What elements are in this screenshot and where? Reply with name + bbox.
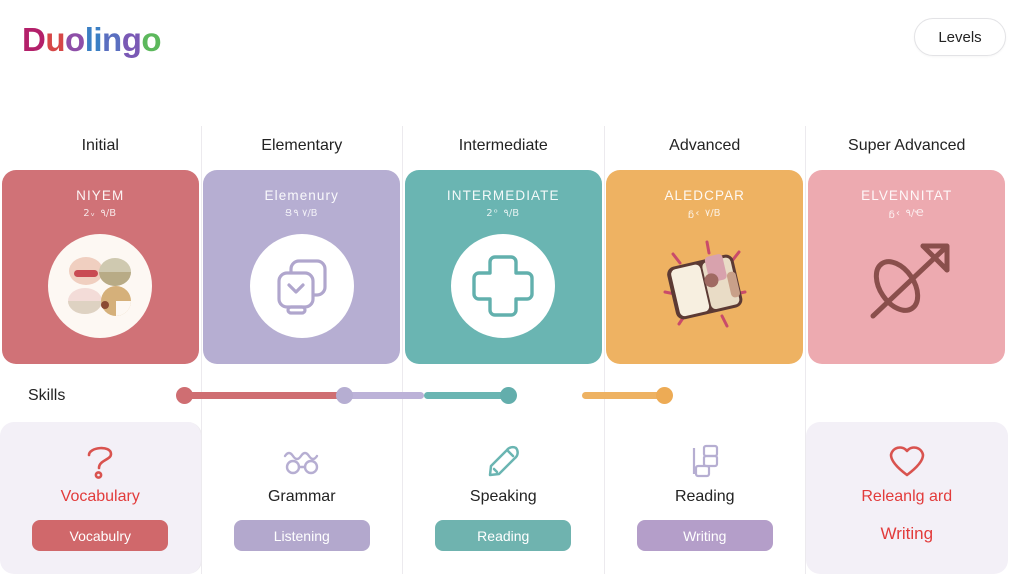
skill-pill-button[interactable]: Listening (233, 520, 370, 551)
skill-column-releanlg-ard: Releanlg ard Writing (806, 422, 1008, 574)
skills-slider-row: Skills (0, 382, 1024, 416)
arrow-through-ring-icon (851, 230, 963, 342)
duolingo-logo: Duolingo (22, 20, 162, 60)
skill-pill-button[interactable]: Writing (636, 520, 773, 551)
level-card-title: ELVENNITAT (861, 188, 953, 203)
skill-name: Speaking (469, 488, 537, 505)
layered-window-chevron-icon (246, 230, 358, 342)
logo-letter-7: o (141, 21, 162, 58)
level-card-title: INTERMEDIATE (446, 188, 560, 203)
skills-row: Vocabulary Vocabulry Grammar Listening Spe… (0, 422, 1024, 574)
level-card[interactable]: NIYEM 2ᵥ ٩/B (1, 170, 199, 364)
open-book-sparkle-icon (649, 230, 761, 342)
slider-intermediate-knob[interactable] (499, 387, 517, 404)
logo-letter-5: n (102, 21, 122, 58)
level-card[interactable]: INTERMEDIATE 2ᵒ ٩/B (404, 170, 602, 364)
skill-pill-button[interactable]: Reading (435, 520, 572, 551)
skill-column-vocabulary: Vocabulary Vocabulry (0, 422, 202, 574)
skill-pill-button[interactable]: Vocabulry (32, 520, 169, 551)
pen-nib-icon (485, 442, 521, 480)
level-card-title: ALEDCPAR (664, 188, 746, 203)
slider-track-elementary (344, 392, 424, 399)
logo-letter-0: D (22, 21, 46, 58)
plus-cross-icon (447, 230, 559, 342)
logo-letter-6: g (121, 21, 142, 58)
logo-letter-3: l (84, 21, 94, 58)
app-header: Duolingo Levels (0, 0, 1024, 90)
logo-letter-2: o (65, 21, 85, 58)
level-card[interactable]: ELVENNITAT ᵷ‹ ٩/Ҽ (808, 170, 1006, 364)
level-column-title: Advanced (669, 137, 741, 154)
level-card-subtitle: ᵷ‹ ٧/B (687, 208, 722, 219)
skill-column-reading: Reading Writing (605, 422, 806, 574)
question-mark-icon (83, 442, 117, 480)
logo-letter-4: i (93, 21, 103, 58)
level-card-title: NIYEM (76, 188, 125, 203)
skill-plain-label[interactable]: Writing (880, 524, 933, 544)
skill-name: Releanlg ard (861, 488, 953, 505)
app-root: Duolingo Levels Initial NIYEM 2ᵥ ٩/B Eleme… (0, 0, 1024, 574)
level-column-title: Super Advanced (848, 137, 966, 154)
level-card-title: Elemenury (264, 188, 339, 203)
skills-slider-label: Skills (28, 387, 66, 404)
skills-slider[interactable] (104, 382, 904, 416)
level-card[interactable]: ALEDCPAR ᵷ‹ ٧/B (606, 170, 804, 364)
level-card-subtitle: Ց٧ ٩/B (284, 208, 319, 219)
slider-track-advanced (582, 392, 665, 399)
level-card-subtitle: 2ᵒ ٩/B (486, 208, 521, 219)
skill-name: Grammar (267, 488, 336, 505)
level-column-title: Initial (81, 137, 119, 154)
art-circle (451, 234, 556, 338)
skill-column-grammar: Grammar Listening (202, 422, 403, 574)
slider-initial-knob[interactable] (175, 387, 193, 404)
blocks-stack-icon (690, 442, 720, 480)
heart-icon (889, 442, 925, 480)
skill-name: Vocabulary (60, 488, 140, 505)
slider-track-intermediate (424, 392, 508, 399)
slider-elementary-knob[interactable] (335, 387, 353, 404)
slider-advanced-knob[interactable] (656, 387, 674, 404)
levels-button-label: Levels (938, 28, 982, 46)
levels-button[interactable]: Levels (914, 18, 1006, 56)
skill-name: Reading (674, 488, 735, 505)
glasses-icon (282, 442, 322, 480)
logo-letter-1: u (45, 21, 66, 58)
level-card[interactable]: Elemenury Ց٧ ٩/B (203, 170, 401, 364)
food-plate-icon (44, 230, 156, 342)
art-circle (48, 234, 153, 338)
level-column-title: Elementary (261, 137, 343, 154)
level-column-title: Intermediate (458, 137, 548, 154)
level-card-subtitle: ᵷ‹ ٩/Ҽ (888, 208, 925, 219)
level-card-subtitle: 2ᵥ ٩/B (83, 208, 118, 219)
skill-column-speaking: Speaking Reading (403, 422, 605, 574)
art-circle (249, 234, 354, 338)
slider-track-initial (184, 392, 344, 399)
